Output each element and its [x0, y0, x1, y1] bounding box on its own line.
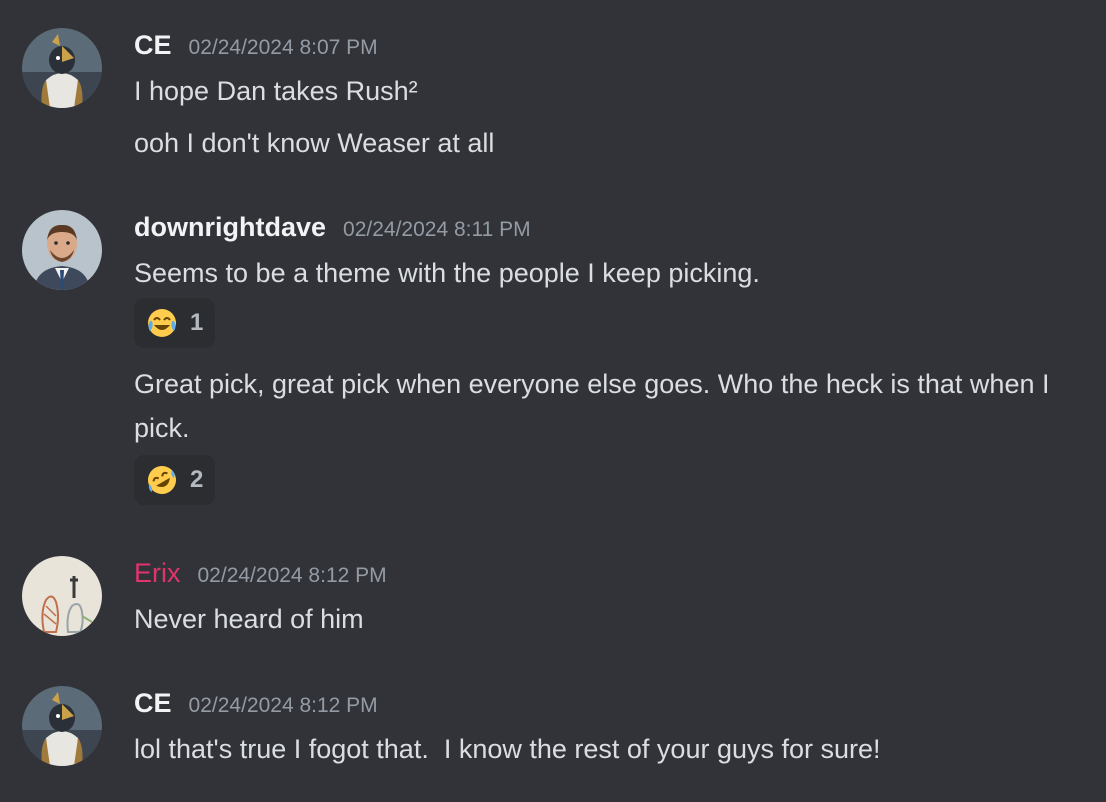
reaction-button[interactable]: 1 — [134, 298, 216, 348]
message-text: Great pick, great pick when everyone els… — [134, 369, 1050, 443]
man-portrait-avatar-icon — [22, 210, 102, 290]
username[interactable]: CE — [134, 688, 172, 719]
timestamp[interactable]: 02/24/2024 8:07 PM — [189, 36, 378, 60]
avatar[interactable] — [22, 210, 102, 290]
avatar[interactable] — [22, 556, 102, 636]
reaction-count: 1 — [190, 309, 204, 336]
avatar[interactable] — [22, 28, 102, 108]
rofl-emoji-icon — [148, 466, 176, 494]
message-text: ooh I don't know Weaser at all — [134, 128, 495, 158]
reaction-count: 2 — [190, 466, 204, 493]
username[interactable]: Erix — [134, 558, 181, 589]
knight-avatar-icon — [22, 686, 102, 766]
sketch-avatar-icon — [22, 556, 102, 636]
message-header: CE 02/24/2024 8:07 PM — [134, 30, 378, 61]
avatar[interactable] — [22, 686, 102, 766]
message-header: CE 02/24/2024 8:12 PM — [134, 688, 378, 719]
username[interactable]: CE — [134, 30, 172, 61]
username[interactable]: downrightdave — [134, 212, 326, 243]
message-text: lol that's true I fogot that. I know the… — [134, 734, 881, 764]
timestamp[interactable]: 02/24/2024 8:12 PM — [189, 694, 378, 718]
timestamp[interactable]: 02/24/2024 8:12 PM — [198, 564, 387, 588]
joy-emoji-icon — [148, 309, 176, 337]
timestamp[interactable]: 02/24/2024 8:11 PM — [343, 218, 531, 242]
message-text: Never heard of him — [134, 604, 364, 634]
message-text: Seems to be a theme with the people I ke… — [134, 258, 760, 288]
knight-avatar-icon — [22, 28, 102, 108]
message-header: Erix 02/24/2024 8:12 PM — [134, 558, 387, 589]
reaction-button[interactable]: 2 — [134, 455, 216, 505]
message-text: I hope Dan takes Rush² — [134, 76, 418, 106]
message-list: CE 02/24/2024 8:07 PM I hope Dan takes R… — [0, 0, 1106, 802]
message-header: downrightdave 02/24/2024 8:11 PM — [134, 212, 531, 243]
